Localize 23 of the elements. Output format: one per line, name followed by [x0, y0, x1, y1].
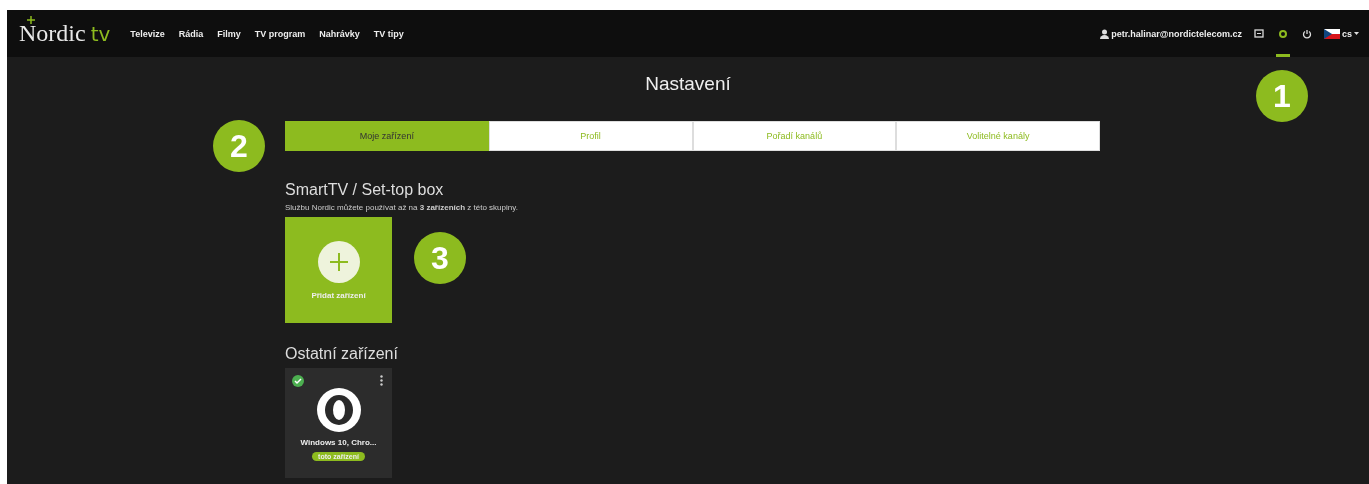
plus-icon: [317, 240, 360, 283]
nav-link[interactable]: TV program: [254, 28, 306, 39]
browser-logo-icon: [316, 388, 361, 432]
nav-link[interactable]: Televize: [130, 28, 165, 39]
language-selector[interactable]: cs: [1342, 28, 1352, 39]
user-email[interactable]: petr.halinar@nordictelecom.cz: [1111, 28, 1242, 39]
page-title: Nastavení: [644, 73, 732, 95]
more-icon[interactable]: [380, 375, 383, 386]
section-heading: Ostatní zařízení: [285, 345, 399, 363]
section-note: Službu Nordic můžete používat až na 3 zařízeních z této skupiny.: [285, 203, 519, 212]
settings-icon: [1278, 28, 1288, 39]
user-icon: [1100, 28, 1110, 39]
mail-icon: [1254, 29, 1264, 38]
device-name: Windows 10, Chro...: [300, 438, 377, 447]
nav-link[interactable]: Nahrávky: [319, 28, 360, 39]
settings-tab[interactable]: Moje zařízení: [285, 121, 489, 151]
nav-link[interactable]: Filmy: [217, 28, 241, 39]
caret-icon: [1354, 32, 1359, 35]
section-heading: SmartTV / Set-top box: [285, 181, 445, 199]
nav-link[interactable]: TV tipy: [373, 28, 404, 39]
czech-flag-icon: [1324, 28, 1340, 39]
power-icon: [1302, 28, 1312, 39]
nav-link[interactable]: Rádia: [178, 28, 204, 39]
